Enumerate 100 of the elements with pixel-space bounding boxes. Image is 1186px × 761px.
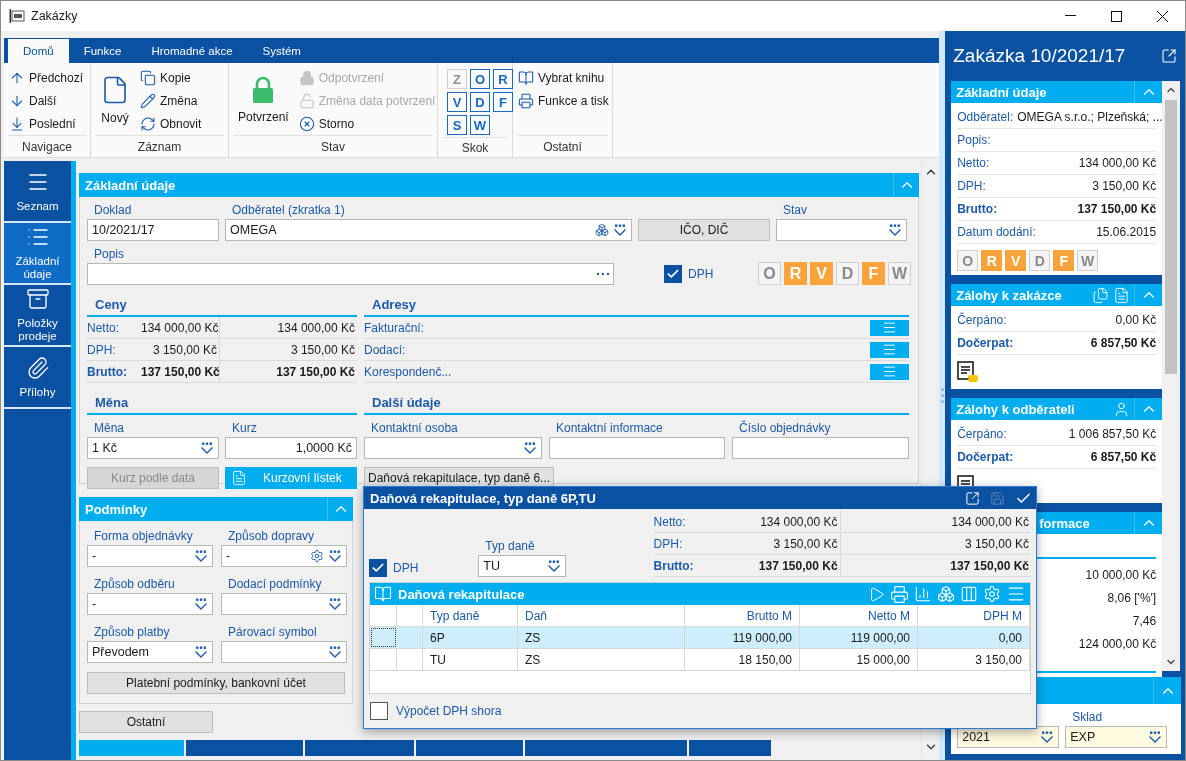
menu-icon <box>882 342 897 357</box>
tax-summary-button[interactable]: Daňová rekapitulace, typ daně 6... <box>364 467 555 489</box>
info-label: Datum dodání: <box>957 225 1036 239</box>
ribbon-tab[interactable]: Hromadné akce <box>136 38 248 63</box>
dropdown-icon[interactable] <box>1040 731 1055 743</box>
address-menu-button[interactable] <box>870 341 909 358</box>
settings-icon[interactable] <box>310 549 324 563</box>
side-nav-item[interactable]: Základní údaje <box>4 223 71 285</box>
save-icon[interactable] <box>990 490 1005 506</box>
payment-terms-button[interactable]: Platební podmínky, bankovní účet <box>87 672 345 694</box>
table-row[interactable]: TU ZS 18 150,00 15 000,00 3 150,00 <box>370 649 1030 671</box>
input-field[interactable] <box>87 263 614 285</box>
info-label: Popis: <box>957 133 991 147</box>
jump-key[interactable]: D <box>470 92 490 112</box>
refresh-icon <box>140 116 156 132</box>
dropdown-field[interactable]: - <box>87 593 213 615</box>
ribbon-button[interactable]: Změna <box>140 90 202 112</box>
dropdown-icon[interactable] <box>200 442 214 454</box>
checkbox[interactable] <box>369 559 387 577</box>
dropdown-icon[interactable] <box>328 646 342 658</box>
input-field[interactable]: 10/2021/17 <box>87 219 219 241</box>
chart-icon[interactable] <box>914 585 932 603</box>
input-field[interactable]: 1,0000 Kč <box>225 437 357 459</box>
dropdown-icon[interactable] <box>194 646 208 658</box>
field-label: Odběratel (zkratka 1) <box>231 203 346 219</box>
group-label: Navigace <box>8 135 86 157</box>
ribbon-button[interactable]: Předchozí <box>9 67 84 89</box>
input-field[interactable] <box>732 437 909 459</box>
column-header[interactable]: Netto M <box>800 605 918 626</box>
table-cell: ZS <box>518 649 685 670</box>
ribbon-button[interactable]: Další <box>9 90 84 112</box>
dropdown-field[interactable]: OMEGA <box>225 219 632 241</box>
ribbon-tab[interactable]: Systém <box>247 38 316 63</box>
column-header[interactable]: Daň <box>518 605 685 626</box>
ico-button[interactable]: IČO, DIČ <box>638 219 770 241</box>
external-link-icon[interactable] <box>965 490 980 506</box>
field-label: Typ daně <box>484 539 536 555</box>
ellipsis-icon[interactable] <box>597 272 609 276</box>
dropdown-icon[interactable] <box>328 550 342 562</box>
table-row[interactable]: 6P ZS 119 000,00 119 000,00 0,00 <box>370 627 1030 649</box>
column-header[interactable]: DPH M <box>918 605 1030 626</box>
jump-key[interactable]: O <box>470 69 490 89</box>
ribbon-button[interactable]: Funkce a tisk <box>518 90 609 112</box>
dropdown-field[interactable] <box>364 437 542 459</box>
jump-key[interactable]: W <box>470 115 490 135</box>
close-icon[interactable] <box>1156 10 1168 22</box>
address-menu-button[interactable] <box>870 363 909 380</box>
info-value: 134 000,00 Kč <box>1078 156 1157 170</box>
jump-key[interactable]: R <box>493 69 513 89</box>
dropdown-icon[interactable] <box>1148 731 1163 743</box>
dropdown-icon[interactable] <box>613 224 627 236</box>
ribbon-large-button[interactable]: Potvrzení <box>234 67 293 133</box>
ribbon-button[interactable]: Storno <box>298 113 436 135</box>
invoice-coins-icon[interactable] <box>957 361 980 383</box>
columns-icon[interactable] <box>960 585 978 603</box>
dropdown-field[interactable]: TU <box>478 555 567 577</box>
document-icon[interactable] <box>1113 286 1131 304</box>
dropdown-icon[interactable] <box>523 442 537 454</box>
field-label: Párovací symbol <box>227 625 318 641</box>
other-button[interactable]: Ostatní <box>79 711 213 733</box>
dropdown-field[interactable] <box>776 219 907 241</box>
external-link-icon[interactable] <box>1161 48 1177 64</box>
jump-key[interactable]: V <box>447 92 467 112</box>
dropdown-field[interactable]: 1 Kč <box>87 437 219 459</box>
dropdown-icon[interactable] <box>547 560 562 572</box>
jump-key[interactable]: S <box>447 115 467 135</box>
ribbon-button[interactable]: Poslední <box>9 113 84 135</box>
checkbox[interactable] <box>664 265 682 283</box>
dropdown-field[interactable]: - <box>87 545 213 567</box>
column-header[interactable]: Brutto M <box>685 605 800 626</box>
play-icon[interactable] <box>868 585 885 603</box>
ribbon-tab[interactable]: Domů <box>8 39 69 63</box>
ribbon-button[interactable]: Obnovit <box>140 113 202 135</box>
maximize-icon[interactable] <box>1110 10 1122 22</box>
dropdown-icon[interactable] <box>194 598 208 610</box>
ribbon-button[interactable]: Kopie <box>140 67 202 89</box>
dropdown-icon[interactable] <box>194 550 208 562</box>
dropdown-field[interactable]: - <box>221 545 347 567</box>
boxes-icon[interactable] <box>937 585 955 603</box>
minimize-icon[interactable] <box>1064 15 1076 17</box>
jump-key[interactable]: F <box>493 92 513 112</box>
dropdown-field[interactable]: EXP <box>1065 726 1168 748</box>
documents-icon[interactable] <box>1092 286 1110 304</box>
info-value: 6 857,50 Kč <box>1090 450 1157 464</box>
dropdown-field[interactable]: Převodem <box>87 641 213 663</box>
column-header[interactable]: Typ daně <box>423 605 518 626</box>
input-field[interactable] <box>549 437 725 459</box>
ribbon-large-button[interactable]: Nový <box>96 67 134 133</box>
checkbox[interactable] <box>370 702 388 720</box>
dropdown-field[interactable] <box>221 641 347 663</box>
stack-icon[interactable] <box>595 223 609 237</box>
ribbon-tab[interactable]: Funkce <box>68 38 137 63</box>
printer-icon[interactable] <box>890 584 909 604</box>
dropdown-icon[interactable] <box>328 598 342 610</box>
address-menu-button[interactable] <box>870 319 909 336</box>
dropdown-icon[interactable] <box>888 224 902 236</box>
scroll-thumb[interactable] <box>1165 100 1178 374</box>
dropdown-field[interactable] <box>221 593 347 615</box>
table-cell: 15 000,00 <box>800 649 918 670</box>
ribbon-button[interactable]: Vybrat knihu <box>518 67 609 89</box>
